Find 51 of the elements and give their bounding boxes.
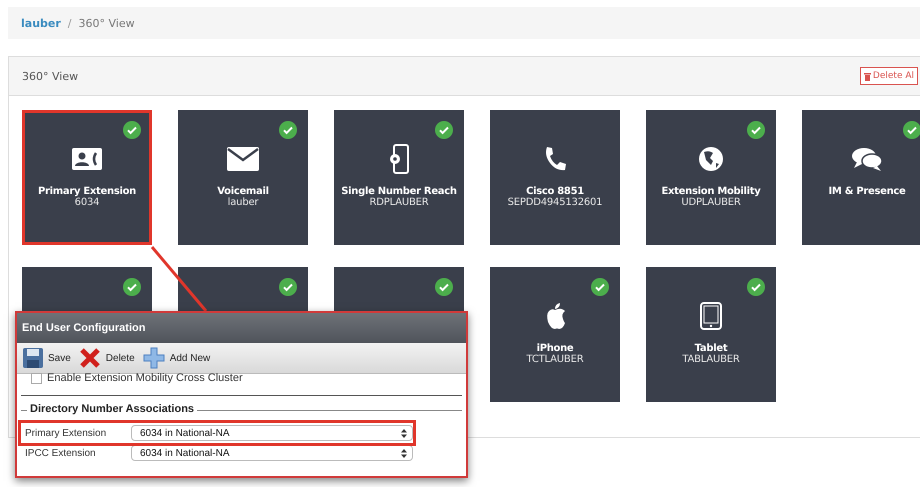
tile[interactable]: Voicemail lauber <box>178 110 308 245</box>
panel-title: 360° View <box>22 70 78 82</box>
tile-title: IM & Presence <box>828 186 906 197</box>
contact-card-icon <box>72 148 102 170</box>
dropdown[interactable]: 6034 in National-NA <box>131 445 413 461</box>
up-down-caret-icon <box>401 448 407 458</box>
tile[interactable]: Tablet TABLAUBER <box>646 267 776 402</box>
trash-icon <box>864 72 871 80</box>
tile[interactable]: IM & Presence <box>802 110 920 245</box>
delete-toolbar-button[interactable]: Delete <box>78 347 135 369</box>
tablet-icon <box>700 302 722 330</box>
dropdown[interactable]: 6034 in National-NA <box>131 425 413 441</box>
mobile-gear-icon <box>388 144 410 174</box>
tile-title: Cisco 8851 <box>526 186 584 197</box>
phone-icon <box>543 146 567 172</box>
field-label: IPCC Extension <box>25 448 97 458</box>
tile-subtitle: 6034 <box>74 197 100 208</box>
option-label: Enable Extension Mobility Cross Cluster <box>47 372 243 384</box>
envelope-icon <box>227 147 259 171</box>
x-icon <box>78 347 101 369</box>
checkbox[interactable] <box>31 372 42 384</box>
tile[interactable]: Primary Extension 6034 <box>22 110 152 245</box>
chat-icon <box>851 146 883 172</box>
up-down-caret-icon <box>401 428 407 438</box>
tile[interactable]: Single Number Reach RDPLAUBER <box>334 110 464 245</box>
tile-title: Primary Extension <box>38 186 136 197</box>
tile-title: iPhone <box>536 343 574 354</box>
save-toolbar-button[interactable]: Save <box>23 348 71 368</box>
tile[interactable]: iPhone TCTLAUBER <box>490 267 620 402</box>
breadcrumb-separator: / <box>68 16 72 30</box>
tile[interactable]: Cisco 8851 SEPDD4945132601 <box>490 110 620 245</box>
add-toolbar-button[interactable]: Add New <box>142 347 210 369</box>
tile-subtitle: UDPLAUBER <box>681 197 741 208</box>
field-label: Primary Extension <box>25 428 108 438</box>
tile[interactable]: Extension Mobility UDPLAUBER <box>646 110 776 245</box>
tile-title: Voicemail <box>217 186 269 197</box>
tile-subtitle: lauber <box>228 197 258 208</box>
leader-line <box>150 245 208 313</box>
tile-subtitle: RDPLAUBER <box>370 197 428 208</box>
popup-title: End User Configuration <box>22 322 146 334</box>
plus-icon <box>142 347 165 369</box>
tile-title: Single Number Reach <box>341 186 457 197</box>
delete-all-button[interactable]: Delete Al <box>860 67 918 85</box>
section-title: Directory Number Associations <box>27 403 198 415</box>
tile-subtitle: TABLAUBER <box>682 354 740 365</box>
breadcrumb-current: 360° View <box>78 16 135 30</box>
tile-subtitle: TCTLAUBER <box>526 354 584 365</box>
tile-title: Tablet <box>694 343 728 354</box>
tile-subtitle: SEPDD4945132601 <box>508 197 602 208</box>
globe-icon <box>698 146 724 172</box>
tile-title: Extension Mobility <box>662 186 760 197</box>
